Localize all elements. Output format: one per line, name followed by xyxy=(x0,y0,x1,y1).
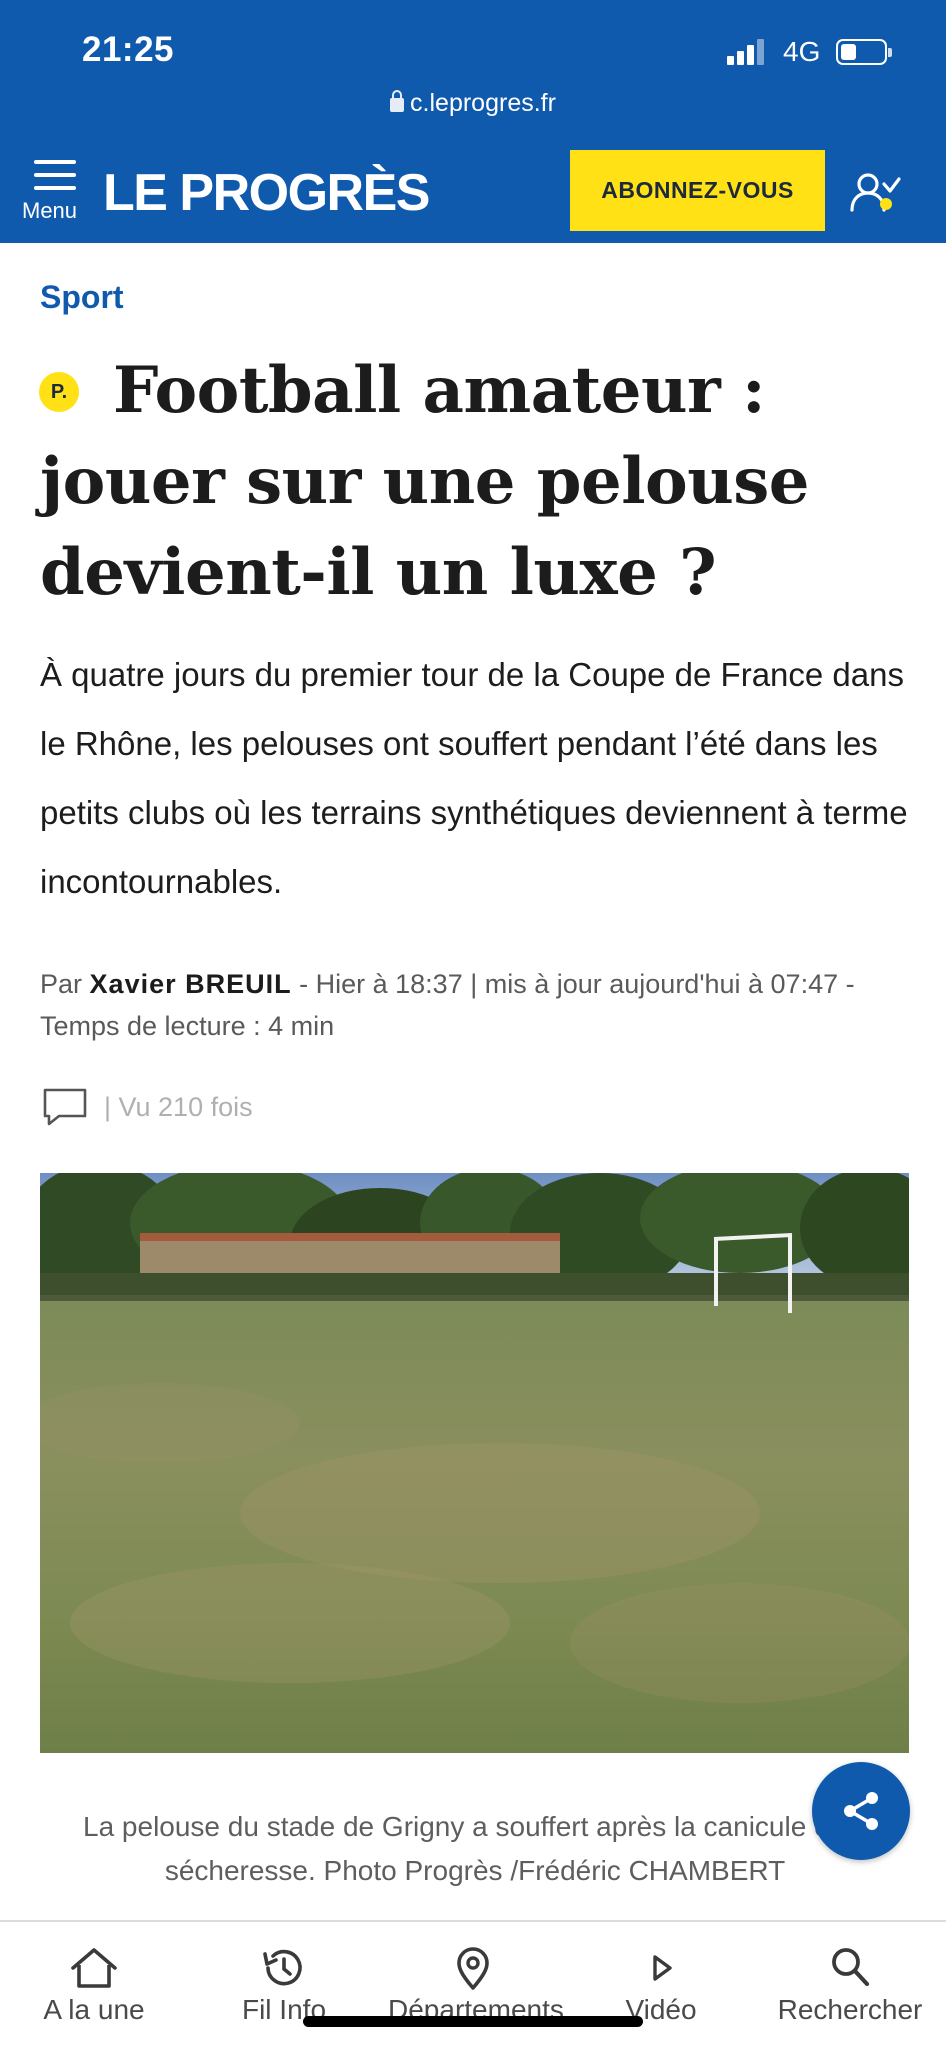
site-header: 21:25 4G c.leprogres.fr Menu LE PROGRÈS … xyxy=(0,0,946,243)
home-indicator xyxy=(303,2016,643,2027)
article-byline: Par Xavier BREUIL - Hier à 18:37 | mis à… xyxy=(40,963,920,1047)
status-time: 21:25 xyxy=(82,30,175,69)
play-icon xyxy=(653,1955,672,1981)
history-clock-icon xyxy=(263,1949,302,1986)
signal-icon xyxy=(727,39,767,65)
tab-a-la-une[interactable]: A la une xyxy=(9,1922,179,2032)
battery-icon xyxy=(836,39,892,65)
lock-icon xyxy=(390,90,405,112)
url-text: c.leprogres.fr xyxy=(410,89,556,117)
bottom-tab-bar: A la une Fil Info Départements Vidéo Rec… xyxy=(0,1920,946,2048)
map-pin-icon xyxy=(457,1947,489,1990)
tab-label: A la une xyxy=(43,1994,145,2025)
address-bar[interactable]: c.leprogres.fr xyxy=(0,89,946,118)
byline-prefix: Par xyxy=(40,969,83,999)
account-icon xyxy=(850,173,901,212)
author-name[interactable]: Xavier BREUIL xyxy=(90,969,292,999)
network-type: 4G xyxy=(783,36,821,67)
tab-label: Rechercher xyxy=(777,1994,923,2025)
headline-text: Football amateur : jouer sur une pelouse… xyxy=(40,353,809,610)
view-count: | Vu 210 fois xyxy=(104,1092,253,1122)
share-icon xyxy=(844,1792,878,1830)
menu-button[interactable]: Menu xyxy=(20,158,90,228)
subscribe-button[interactable]: ABONNEZ-VOUS xyxy=(570,150,825,231)
home-icon xyxy=(71,1948,117,1988)
hamburger-menu-icon xyxy=(34,160,76,190)
article-photo[interactable] xyxy=(40,1173,909,1753)
article-headline: Football amateur : jouer sur une pelouse… xyxy=(40,345,910,618)
account-button[interactable] xyxy=(848,170,906,216)
article-lead: À quatre jours du premier tour de la Cou… xyxy=(40,656,908,900)
site-logo[interactable]: LE PROGRÈS xyxy=(103,163,430,223)
menu-label: Menu xyxy=(22,198,78,223)
comments-icon[interactable] xyxy=(41,1086,91,1128)
search-icon xyxy=(832,1948,870,1987)
share-button[interactable] xyxy=(812,1762,910,1860)
tab-rechercher[interactable]: Rechercher xyxy=(765,1922,935,2032)
photo-caption: La pelouse du stade de Grigny a souffert… xyxy=(83,1811,867,1886)
section-link-sport[interactable]: Sport xyxy=(40,279,124,316)
